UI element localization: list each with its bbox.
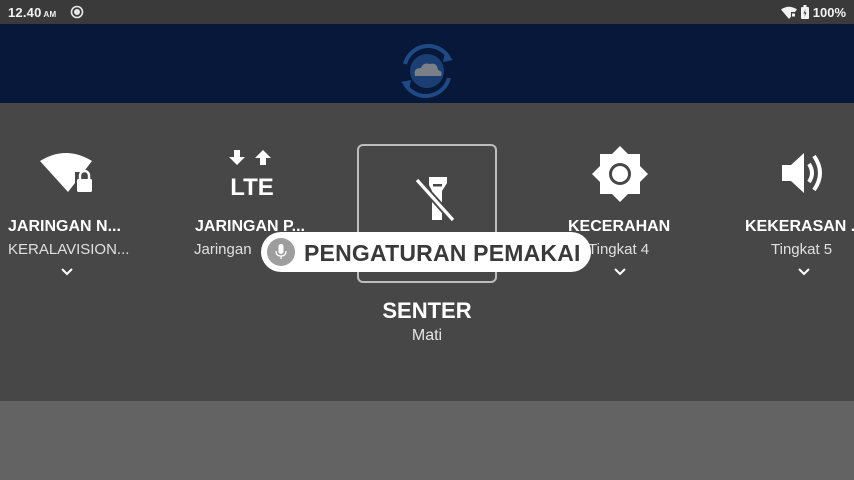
status-time: 12.40 AM (8, 5, 56, 20)
tile-brightness-subtitle: Tingkat 4 (588, 241, 650, 258)
tile-volume-subtitle: Tingkat 5 (771, 241, 833, 258)
microphone-icon (267, 238, 295, 266)
status-time-ampm: AM (43, 10, 57, 19)
background-area (0, 401, 854, 480)
lte-icon: LTE (229, 150, 274, 198)
wifi-lock-icon (40, 153, 94, 194)
sync-status-icon (70, 5, 84, 19)
svg-text:LTE: LTE (230, 174, 274, 198)
tile-volume-title: KEKERASAN ... (745, 218, 854, 235)
microphone-glyph-icon (275, 244, 287, 259)
tile-brightness-title: KECERAHAN (568, 218, 671, 235)
wifi-status-icon (780, 6, 797, 19)
tile-mobile-data-subtitle: Jaringan (194, 241, 252, 258)
status-right: 100% (780, 4, 846, 20)
chevron-down-icon[interactable] (797, 267, 811, 277)
status-bar: 12.40 AM 100% (0, 0, 854, 24)
battery-icon (800, 5, 809, 19)
user-settings-toast: PENGATURAN PEMAKAI (261, 232, 591, 272)
tile-wifi-title: JARINGAN N... (8, 218, 121, 235)
flashlight-off-icon (414, 177, 456, 223)
cloud-sync-logo-icon (401, 44, 453, 98)
tile-flashlight-title: SENTER (382, 298, 472, 323)
chevron-down-icon[interactable] (613, 267, 627, 277)
brightness-icon (592, 146, 648, 202)
tile-flashlight-subtitle: Mati (411, 327, 443, 344)
app-header (0, 24, 854, 103)
chevron-down-icon[interactable] (60, 267, 74, 277)
battery-percentage: 100% (812, 4, 846, 20)
status-time-value: 12.40 (8, 5, 42, 20)
volume-icon (782, 153, 822, 193)
tile-wifi-subtitle: KERALAVISION... (8, 241, 130, 258)
toast-label: PENGATURAN PEMAKAI (304, 240, 581, 266)
